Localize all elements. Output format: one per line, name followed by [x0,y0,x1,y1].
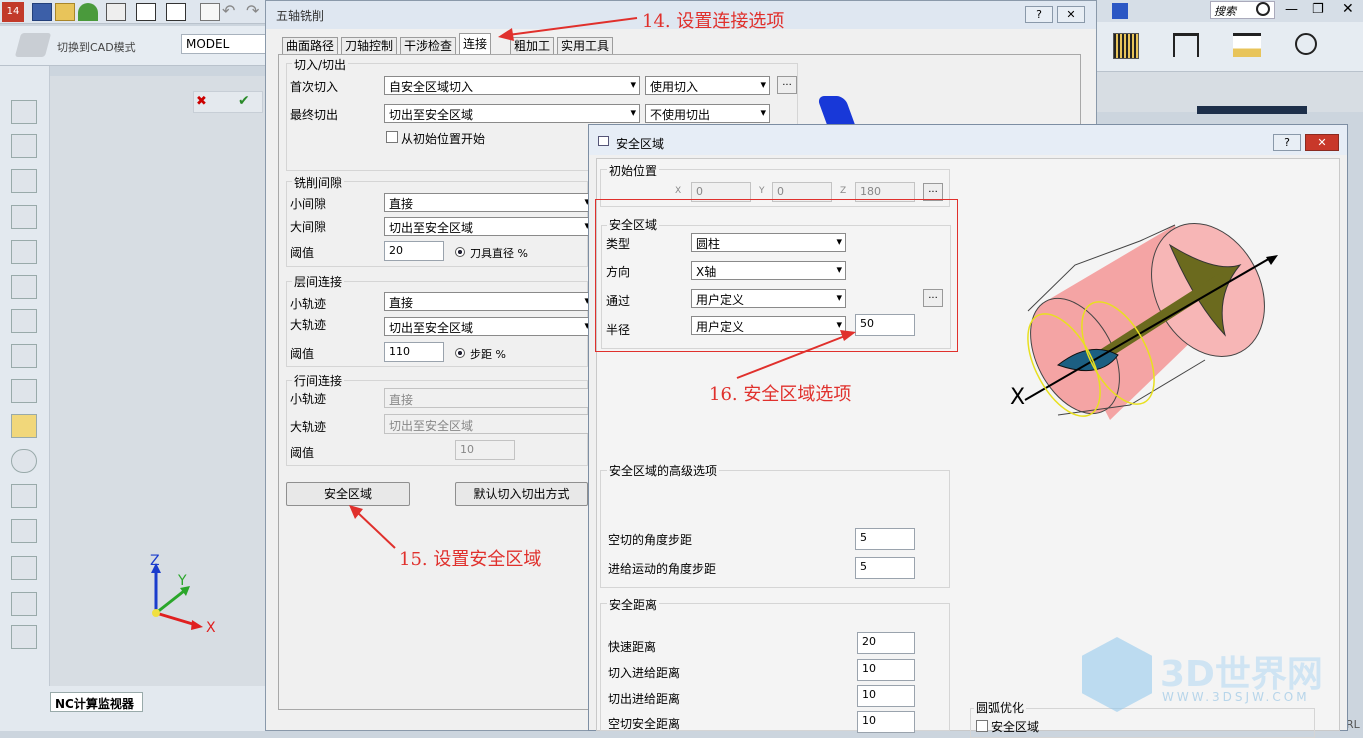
annotation-16: 16. 安全区域选项 [709,384,852,405]
annotation-arrows [349,17,856,549]
annotation-14: 14. 设置连接选项 [642,11,785,32]
annotation-15: 15. 设置安全区域 [399,549,542,570]
